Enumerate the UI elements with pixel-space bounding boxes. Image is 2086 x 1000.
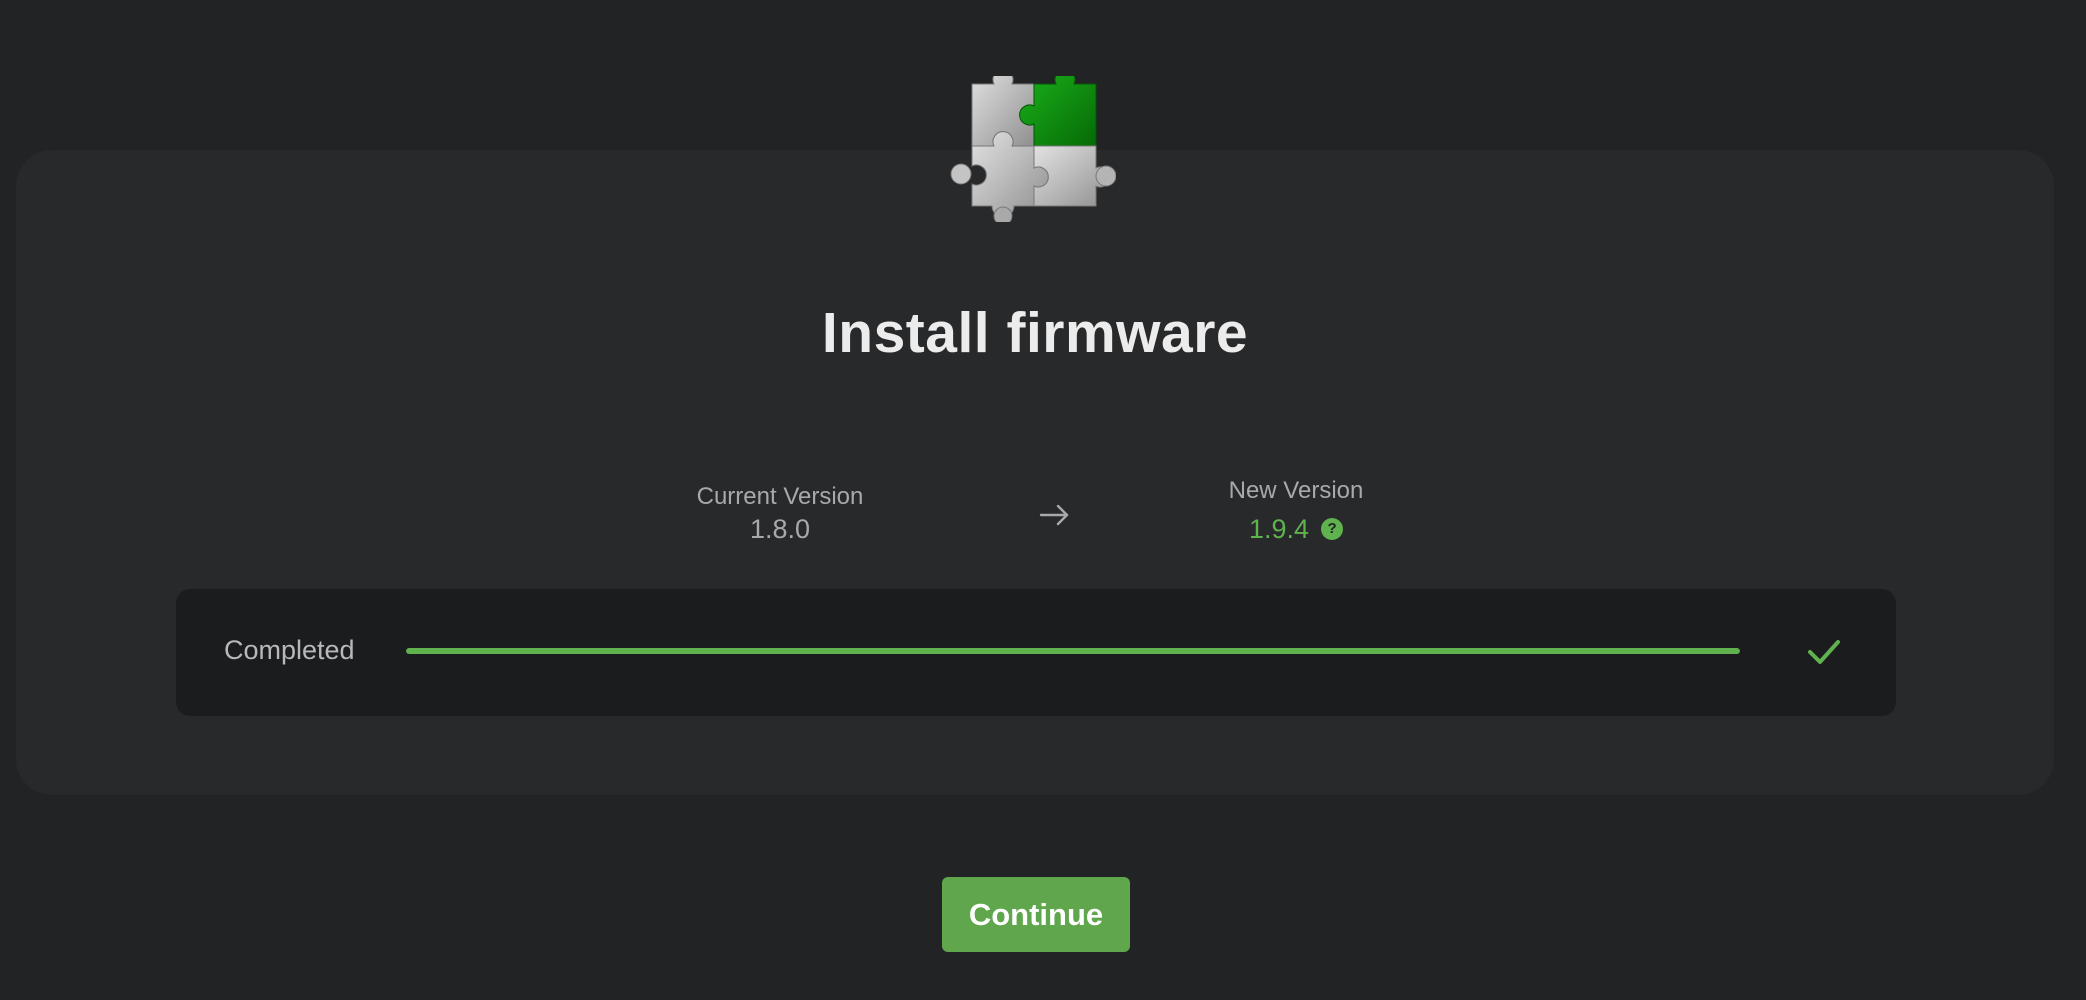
new-version-value: 1.9.4	[1248, 514, 1310, 544]
puzzle-pieces-icon	[950, 76, 1116, 222]
progress-panel: Completed	[176, 589, 1896, 716]
current-version: Current Version 1.8.0	[660, 482, 900, 546]
arrow-right-icon	[1039, 504, 1069, 526]
new-version-label: New Version	[1228, 477, 1364, 504]
current-version-label: Current Version	[696, 483, 864, 510]
checkmark-icon	[1808, 640, 1840, 664]
progress-bar	[406, 648, 1740, 654]
continue-button[interactable]: Continue	[942, 877, 1130, 952]
page-title: Install firmware	[821, 301, 1249, 365]
question-mark-icon[interactable]: ?	[1321, 518, 1344, 540]
install-firmware-page: Install firmware Current Version 1.8.0 N…	[0, 0, 2086, 1000]
new-version: New Version 1.9.4 ?	[1176, 476, 1416, 546]
progress-status-label: Completed	[224, 635, 355, 665]
new-version-row: 1.9.4 ?	[1176, 512, 1416, 546]
current-version-value: 1.8.0	[749, 514, 811, 544]
progress-bar-fill	[406, 648, 1740, 654]
